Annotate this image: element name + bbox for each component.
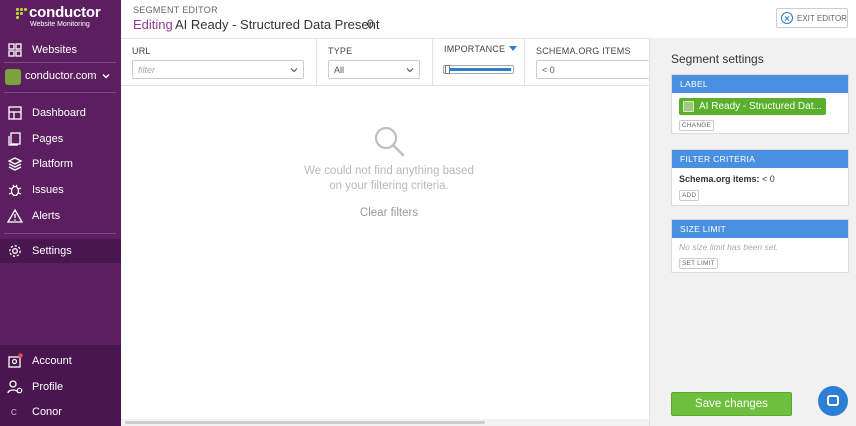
dashboard-icon	[8, 106, 22, 120]
divider	[4, 92, 116, 93]
chat-bubble-icon	[827, 395, 839, 406]
chevron-down-icon	[290, 68, 298, 73]
sidebar-item-issues[interactable]: Issues	[0, 178, 121, 202]
sidebar-item-label: Settings	[32, 245, 72, 257]
sidebar-item-label: Websites	[32, 44, 78, 56]
schema-filter-value: < 0	[542, 64, 555, 75]
type-filter-column: TYPE All	[317, 39, 433, 86]
sidebar-item-platform[interactable]: Platform	[0, 152, 121, 176]
panel-title: Segment settings	[671, 52, 764, 66]
importance-slider[interactable]	[443, 65, 514, 74]
url-filter-input[interactable]: filter	[132, 60, 304, 79]
pages-icon	[8, 132, 21, 146]
importance-filter-column: IMPORTANCE	[433, 39, 525, 86]
sidebar-item-dashboard[interactable]: Dashboard	[0, 101, 121, 125]
set-limit-button[interactable]: SET LIMIT	[679, 258, 718, 269]
site-favicon-icon	[5, 69, 21, 85]
segment-editor-label: SEGMENT EDITOR	[133, 5, 218, 15]
schema-filter-input[interactable]: < 0	[536, 60, 649, 79]
filter-criteria-card: FILTER CRITERIA Schema.org items: < 0 AD…	[671, 149, 849, 206]
filter-criteria-header: FILTER CRITERIA	[672, 150, 848, 168]
change-label-button[interactable]: CHANGE	[679, 120, 715, 131]
criteria-key: Schema.org items:	[679, 174, 760, 184]
sidebar-item-user[interactable]: C Conor	[0, 400, 121, 424]
sidebar-item-settings[interactable]: Settings	[0, 239, 121, 263]
bug-icon	[8, 184, 22, 197]
empty-state-message: We could not find anything based on your…	[304, 165, 474, 192]
account-icon	[8, 353, 23, 368]
sidebar-item-label: Alerts	[32, 210, 61, 222]
sidebar-item-alerts[interactable]: Alerts	[0, 204, 121, 228]
sidebar-item-label: Pages	[32, 133, 64, 145]
importance-column-header[interactable]: IMPORTANCE	[444, 44, 518, 54]
size-limit-header: SIZE LIMIT	[672, 220, 848, 238]
clear-filters-link[interactable]: Clear filters	[340, 207, 438, 219]
close-icon	[781, 12, 793, 24]
schema-filter-column: SCHEMA.ORG ITEMS < 0	[525, 39, 649, 86]
gear-icon	[9, 245, 21, 257]
sidebar-item-account[interactable]: Account	[0, 349, 121, 373]
slider-handle[interactable]	[445, 65, 451, 74]
chevron-down-icon	[102, 74, 110, 79]
size-limit-text: No size limit has been set.	[679, 242, 779, 252]
editing-label: Editing	[133, 17, 173, 32]
logo-mark-icon	[16, 8, 27, 19]
sidebar-item-label: Profile	[32, 381, 64, 393]
logo-subtitle: Website Monitoring	[30, 21, 90, 28]
size-limit-card: SIZE LIMIT No size limit has been set. S…	[671, 219, 849, 273]
label-card: LABEL AI Ready - Structured Dat... CHANG…	[671, 74, 849, 134]
chat-launcher[interactable]	[818, 386, 848, 416]
divider	[4, 233, 116, 234]
label-card-header: LABEL	[672, 75, 848, 93]
conductor-logo[interactable]: conductor Website Monitoring	[16, 4, 116, 30]
platform-icon	[7, 157, 23, 171]
add-criteria-button[interactable]: ADD	[679, 190, 700, 201]
grid-icon	[8, 43, 22, 57]
label-color-icon	[683, 101, 694, 112]
chevron-down-icon	[406, 68, 414, 73]
url-column-header[interactable]: URL	[132, 46, 151, 56]
type-filter-select[interactable]: All	[328, 60, 420, 79]
search-icon	[374, 126, 405, 157]
profile-icon	[7, 380, 23, 394]
sort-desc-icon	[509, 46, 518, 51]
sidebar: conductor Website Monitoring Websites co…	[0, 0, 121, 426]
url-filter-column: URL filter	[121, 39, 317, 86]
segment-settings-panel: Segment settings LABEL AI Ready - Struct…	[649, 38, 856, 426]
sidebar-item-pages[interactable]: Pages	[0, 127, 121, 151]
criteria-value: < 0	[762, 174, 775, 184]
sidebar-item-label: Platform	[32, 158, 73, 170]
logo-word: conductor	[29, 4, 101, 21]
segment-label-badge: AI Ready - Structured Dat...	[679, 98, 826, 115]
user-initial: C	[11, 407, 17, 417]
divider	[4, 62, 116, 63]
type-filter-value: All	[334, 64, 345, 75]
horizontal-scrollbar[interactable]	[121, 419, 649, 426]
type-column-header[interactable]: TYPE	[328, 46, 352, 56]
account-name: conductor.com	[25, 70, 97, 82]
sidebar-item-label: Issues	[32, 184, 64, 196]
sidebar-footer: Account Profile C Conor	[0, 345, 121, 426]
schema-column-header[interactable]: SCHEMA.ORG ITEMS	[536, 46, 631, 56]
account-switcher[interactable]: conductor.com	[0, 64, 121, 88]
segment-title: AI Ready - Structured Data Present	[175, 17, 380, 32]
importance-header-label: IMPORTANCE	[444, 44, 506, 54]
sidebar-item-profile[interactable]: Profile	[0, 375, 121, 399]
exit-editor-button[interactable]: EXIT EDITOR	[776, 8, 848, 28]
save-changes-button[interactable]: Save changes	[671, 392, 792, 416]
alert-triangle-icon	[7, 208, 23, 223]
url-filter-placeholder: filter	[138, 64, 156, 75]
segment-count: 0	[367, 17, 374, 31]
sidebar-item-label: Dashboard	[32, 107, 86, 119]
sidebar-item-label: Conor	[32, 406, 62, 418]
filter-bar: URL filter TYPE All IMPORTANCE SCHEMA.OR…	[121, 38, 649, 86]
slider-track-fill	[450, 68, 511, 71]
segment-label-text: AI Ready - Structured Dat...	[699, 101, 822, 112]
scrollbar-thumb[interactable]	[125, 421, 485, 424]
criteria-item: Schema.org items: < 0	[679, 174, 775, 184]
sidebar-item-websites[interactable]: Websites	[0, 38, 121, 62]
exit-editor-label: EXIT EDITOR	[797, 13, 847, 23]
sidebar-item-label: Account	[32, 355, 72, 367]
